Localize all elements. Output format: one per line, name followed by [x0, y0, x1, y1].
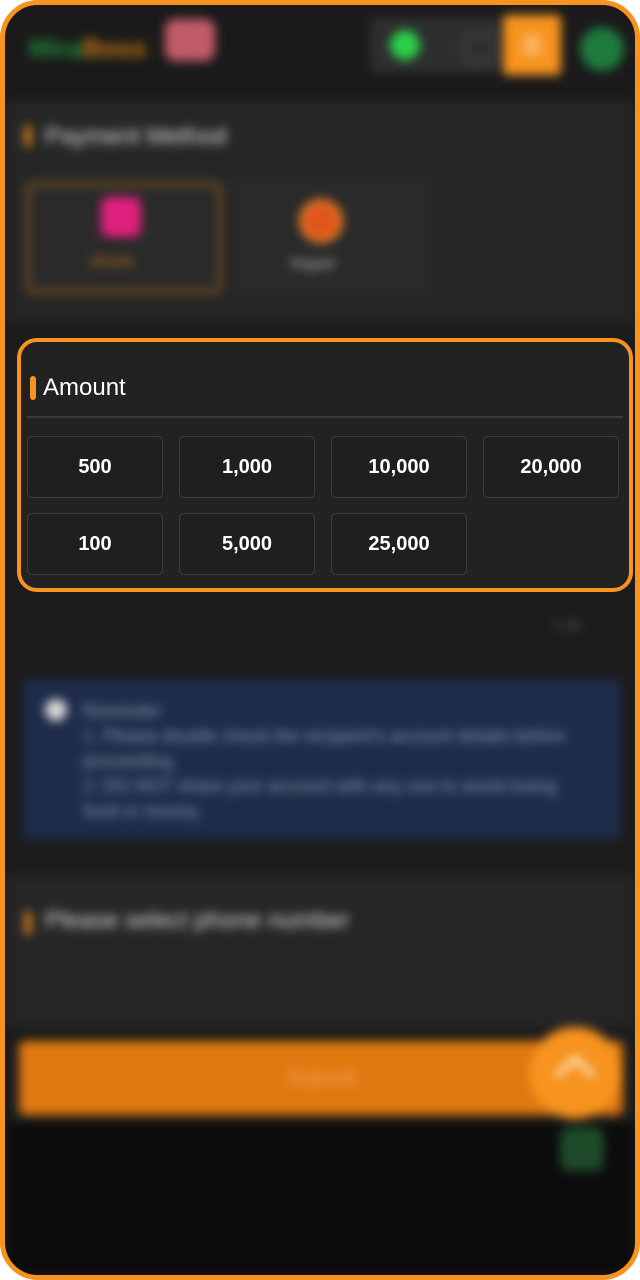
bkash-icon: [101, 197, 141, 237]
amount-option-100[interactable]: 100: [27, 513, 163, 575]
bottom-area: [5, 1123, 635, 1275]
refresh-icon[interactable]: [465, 33, 495, 63]
amount-option-500[interactable]: 500: [27, 436, 163, 498]
blurred-background: MiraBoss Payment Method bKash Nagad 1-30…: [5, 5, 635, 1275]
phone-number-section: [5, 875, 635, 1027]
logo-part-2: Boss: [82, 33, 147, 63]
reminder-text: Reminder 1. Please double check the reci…: [83, 699, 593, 824]
info-icon: [45, 699, 67, 721]
payment-method-title: Payment Method: [45, 123, 227, 150]
amount-title: Amount: [43, 374, 126, 401]
amount-option-1000[interactable]: 1,000: [179, 436, 315, 498]
amount-option-5000[interactable]: 5,000: [179, 513, 315, 575]
app-logo[interactable]: MiraBoss: [29, 33, 146, 64]
chat-icon[interactable]: [560, 1127, 604, 1171]
section-marker: [25, 911, 31, 935]
section-marker: [30, 376, 36, 400]
logo-badge-icon: [165, 19, 215, 61]
divider: [27, 416, 623, 418]
reminder-line: 1. Please double check the recipient's a…: [83, 726, 566, 771]
amount-panel: Amount 500 1,000 10,000 20,000 100 5,000…: [17, 338, 633, 592]
top-bar: MiraBoss: [5, 5, 635, 93]
reminder-line: 2. DO NOT share your account with any on…: [83, 776, 557, 821]
range-hint: 1-30: [553, 617, 582, 633]
avatar[interactable]: [580, 27, 624, 71]
nagad-icon: [299, 199, 343, 243]
reminder-title: Reminder: [83, 701, 162, 721]
balance-icon: [390, 30, 420, 60]
payment-option-label: Nagad: [290, 255, 335, 272]
phone-frame: MiraBoss Payment Method bKash Nagad 1-30…: [0, 0, 640, 1280]
amount-option-25000[interactable]: 25,000: [331, 513, 467, 575]
amount-option-10000[interactable]: 10,000: [331, 436, 467, 498]
section-marker: [25, 125, 31, 147]
phone-number-title[interactable]: Please select phone number: [45, 907, 349, 935]
menu-button[interactable]: [503, 15, 561, 75]
payment-option-label: bKash: [91, 253, 134, 270]
menu-icon: [523, 37, 541, 39]
logo-part-1: Mira: [29, 33, 83, 63]
amount-option-20000[interactable]: 20,000: [483, 436, 619, 498]
